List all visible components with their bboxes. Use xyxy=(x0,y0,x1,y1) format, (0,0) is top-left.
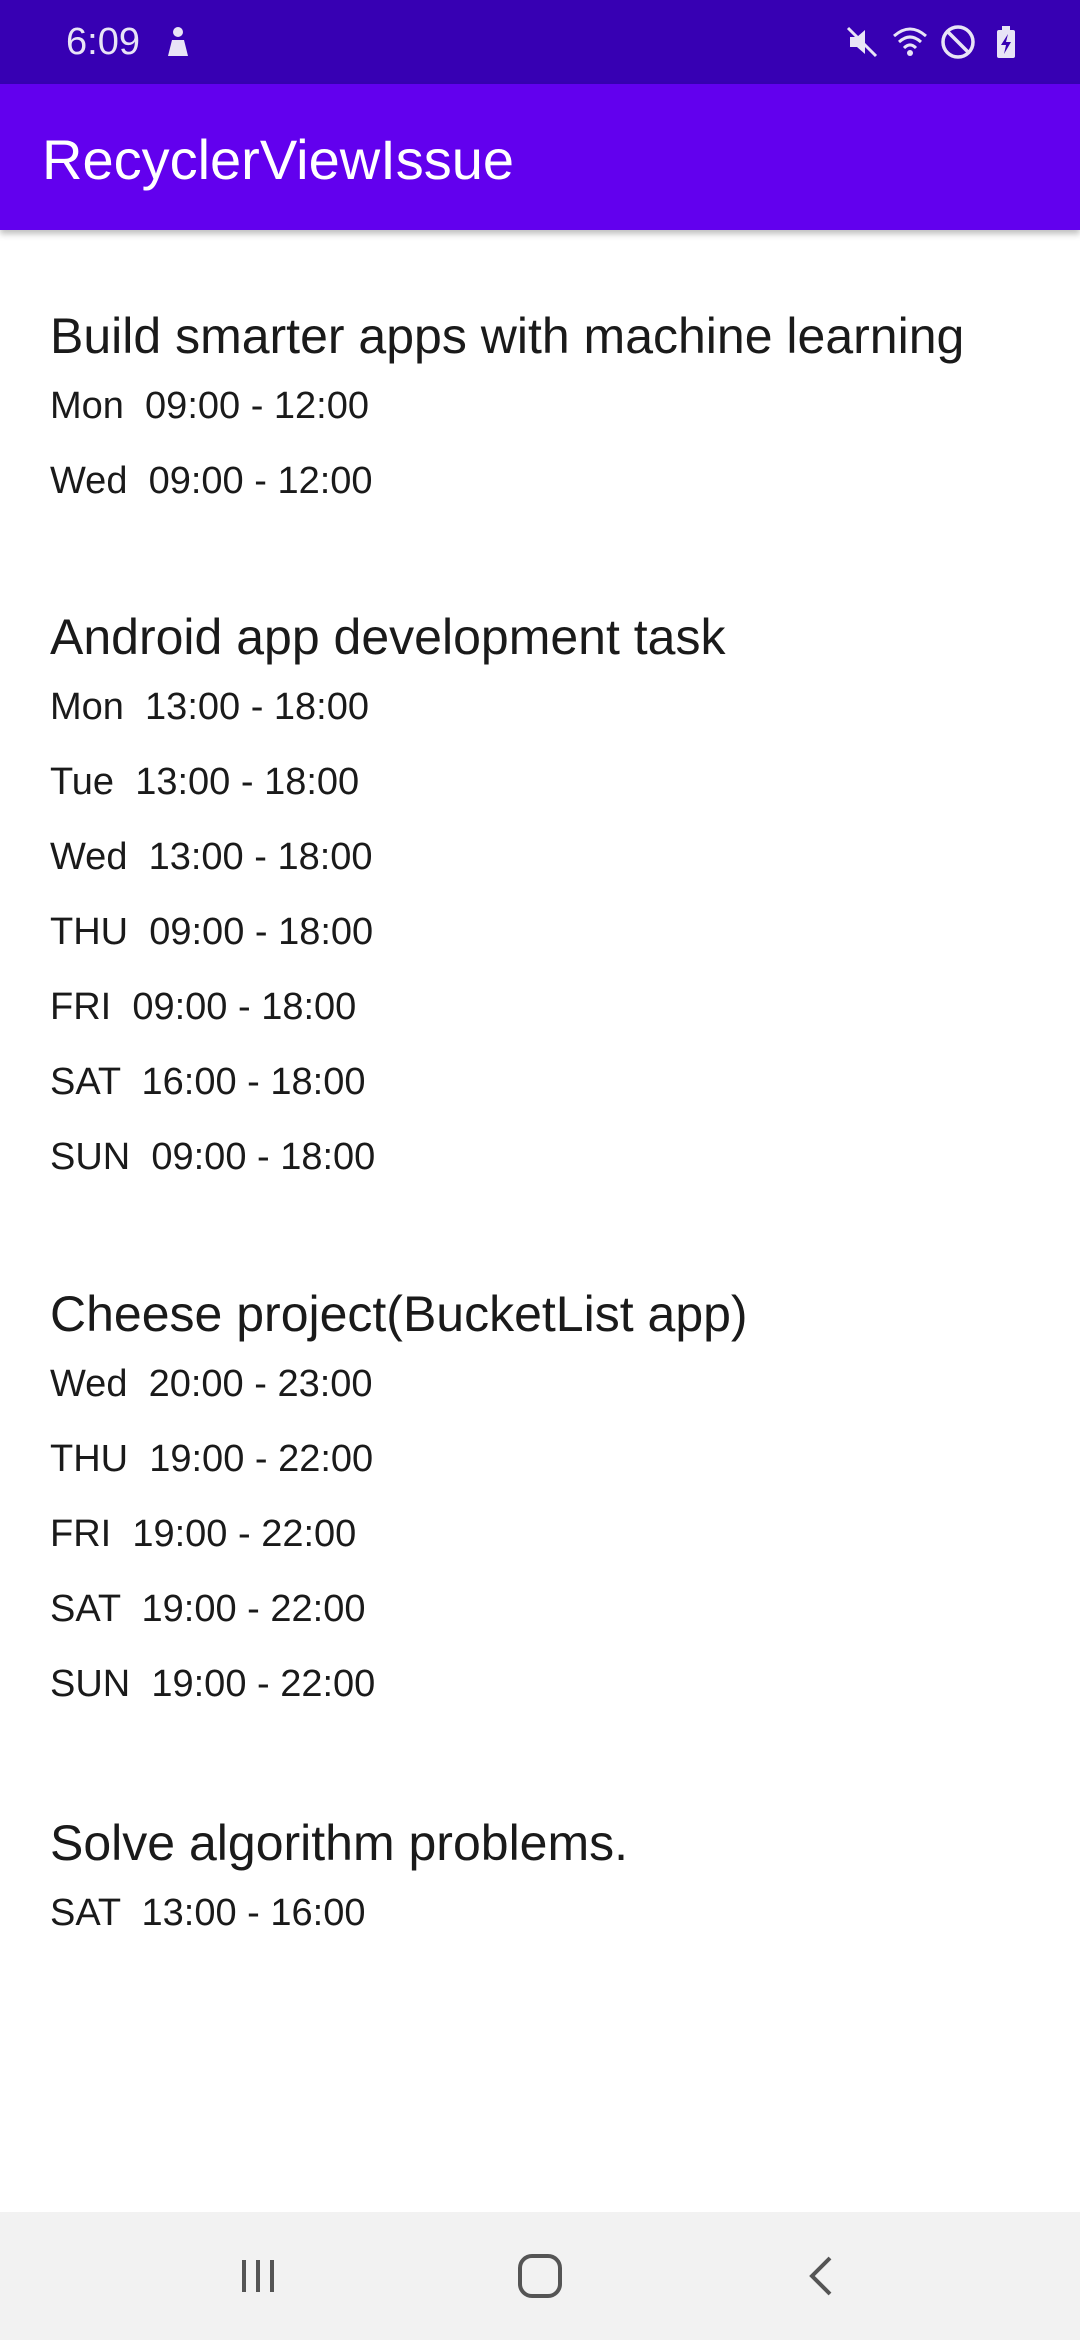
schedule-entry: Wed 20:00 - 23:00 xyxy=(50,1347,1040,1422)
schedule-day: FRI xyxy=(50,1513,112,1555)
home-icon[interactable] xyxy=(500,2236,580,2316)
schedule-time: 19:00 - 22:00 xyxy=(132,1513,357,1555)
app-bar: RecyclerViewIssue xyxy=(0,84,1080,230)
schedule-entry: Mon 13:00 - 18:00 xyxy=(50,670,1040,745)
app-title: RecyclerViewIssue xyxy=(42,128,515,191)
schedule-time: 09:00 - 18:00 xyxy=(132,986,357,1028)
schedule-time: 13:00 - 16:00 xyxy=(141,1892,366,1934)
schedule-day: SAT xyxy=(50,1588,121,1630)
schedule-entry: SAT 19:00 - 22:00 xyxy=(50,1572,1040,1647)
schedule-day: SAT xyxy=(50,1061,121,1103)
schedule-entry: SAT 13:00 - 16:00 xyxy=(50,1876,1040,1951)
schedule-day: Wed xyxy=(50,836,128,878)
schedule-day: SUN xyxy=(50,1663,131,1705)
schedule-day: THU xyxy=(50,911,129,953)
schedule-day: THU xyxy=(50,1438,129,1480)
schedule-day: Mon xyxy=(50,686,124,728)
schedule-entry: SUN 19:00 - 22:00 xyxy=(50,1647,1040,1722)
task-item[interactable]: Cheese project(BucketList app) Wed 20:00 … xyxy=(0,1284,1080,1722)
schedule-entry: FRI 09:00 - 18:00 xyxy=(50,970,1040,1045)
status-time: 6:09 xyxy=(66,21,140,63)
back-icon[interactable] xyxy=(782,2236,862,2316)
schedule-time: 13:00 - 18:00 xyxy=(135,761,360,803)
schedule-day: Wed xyxy=(50,1363,128,1405)
schedule-day: FRI xyxy=(50,986,112,1028)
schedule-time: 19:00 - 22:00 xyxy=(141,1588,366,1630)
schedule-day: Mon xyxy=(50,385,124,427)
schedule-entry: SAT 16:00 - 18:00 xyxy=(50,1045,1040,1120)
schedule-entry: THU 09:00 - 18:00 xyxy=(50,895,1040,970)
schedule-day: SAT xyxy=(50,1892,121,1934)
recent-apps-icon[interactable] xyxy=(218,2236,298,2316)
schedule-time: 13:00 - 18:00 xyxy=(148,836,373,878)
schedule-day: Wed xyxy=(50,460,128,502)
schedule-entry: Wed 13:00 - 18:00 xyxy=(50,820,1040,895)
do-not-disturb-icon xyxy=(941,25,975,59)
task-title: Android app development task xyxy=(50,609,726,665)
schedule-time: 09:00 - 18:00 xyxy=(149,911,374,953)
task-title: Cheese project(BucketList app) xyxy=(50,1286,748,1342)
schedule-time: 16:00 - 18:00 xyxy=(141,1061,366,1103)
schedule-time: 19:00 - 22:00 xyxy=(149,1438,374,1480)
schedule-time: 20:00 - 23:00 xyxy=(148,1363,373,1405)
task-list[interactable]: Build smarter apps with machine learning… xyxy=(0,230,1080,2212)
wifi-icon xyxy=(893,27,927,56)
schedule-time: 09:00 - 18:00 xyxy=(151,1136,376,1178)
schedule-time: 19:00 - 22:00 xyxy=(151,1663,376,1705)
schedule-day: SUN xyxy=(50,1136,131,1178)
schedule-entry: Mon 09:00 - 12:00 xyxy=(50,369,1040,444)
schedule-entry: FRI 19:00 - 22:00 xyxy=(50,1497,1040,1572)
schedule-time: 09:00 - 12:00 xyxy=(148,460,373,502)
schedule-entry: THU 19:00 - 22:00 xyxy=(50,1422,1040,1497)
schedule-day: Tue xyxy=(50,761,115,803)
task-item[interactable]: Solve algorithm problems. SAT 13:00 - 16:… xyxy=(0,1813,1080,1951)
schedule-time: 09:00 - 12:00 xyxy=(145,385,370,427)
schedule-entry: Tue 13:00 - 18:00 xyxy=(50,745,1040,820)
task-title: Solve algorithm problems. xyxy=(50,1815,629,1871)
mute-icon xyxy=(846,26,878,58)
task-item[interactable]: Build smarter apps with machine learning… xyxy=(0,306,1080,519)
navigation-bar xyxy=(0,2212,1080,2340)
task-title: Build smarter apps with machine learning xyxy=(50,308,965,364)
schedule-entry: SUN 09:00 - 18:00 xyxy=(50,1120,1040,1195)
schedule-time: 13:00 - 18:00 xyxy=(145,686,370,728)
status-bar: 6:09 xyxy=(0,0,1080,84)
battery-charging-icon xyxy=(997,26,1015,58)
task-item[interactable]: Android app development task Mon 13:00 - … xyxy=(0,607,1080,1195)
schedule-entry: Wed 09:00 - 12:00 xyxy=(50,444,1040,519)
notification-person-icon xyxy=(168,27,188,56)
